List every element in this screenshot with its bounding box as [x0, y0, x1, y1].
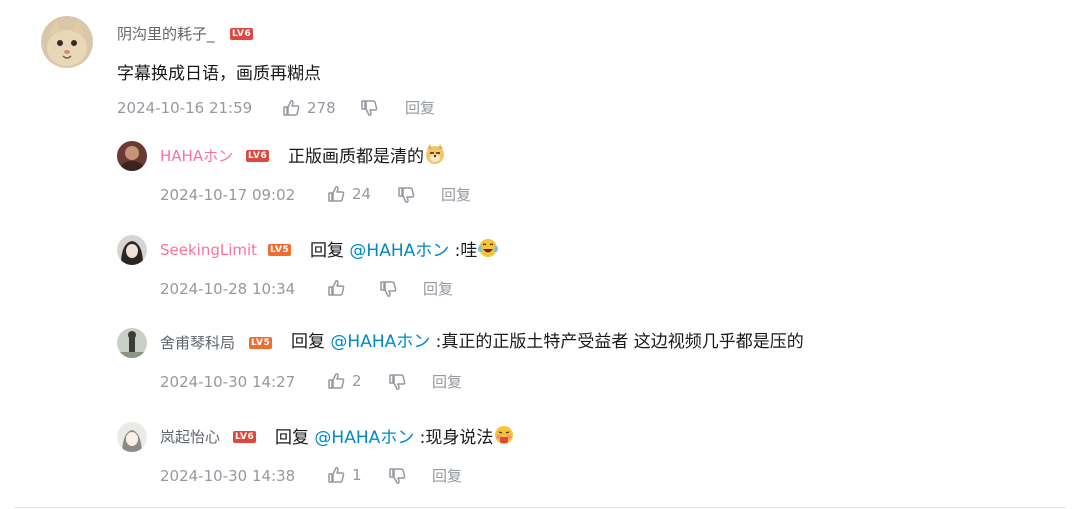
like-count: 1	[352, 466, 362, 484]
level-badge: LV5	[268, 244, 292, 256]
dislike-button[interactable]	[387, 466, 407, 486]
reply-prefix: 回复	[291, 332, 325, 352]
avatar[interactable]	[117, 328, 147, 358]
reply-text: 回复 @HAHAホン :哇	[310, 237, 499, 263]
reply-username[interactable]: HAHAホン	[160, 146, 233, 166]
reply-button[interactable]: 回复	[432, 466, 462, 486]
thumbs-down-icon	[389, 374, 406, 390]
like-count: 278	[307, 99, 336, 117]
reply-button[interactable]: 回复	[441, 185, 471, 205]
blushing-face-emoji-icon	[495, 426, 514, 444]
dislike-button[interactable]	[378, 279, 398, 299]
reply-button[interactable]: 回复	[423, 279, 453, 299]
reply-text: 回复 @HAHAホン :现身说法	[275, 424, 515, 450]
like-button[interactable]: 1	[326, 465, 362, 485]
reply-button[interactable]: 回复	[432, 372, 462, 392]
like-count: 24	[352, 185, 372, 203]
like-button[interactable]: 2	[326, 371, 362, 391]
laughing-tears-emoji-icon	[478, 239, 499, 257]
reply-prefix: 回复	[275, 428, 309, 448]
reply-text: 正版画质都是清的	[288, 143, 446, 169]
like-count: 2	[352, 372, 362, 390]
reply-content: :真正的正版土特产受益者 这边视频几乎都是压的	[435, 332, 804, 352]
reply-time: 2024-10-28 10:34	[160, 280, 296, 298]
avatar[interactable]	[117, 235, 147, 265]
reply-username[interactable]: 舍甫琴科局	[160, 333, 235, 353]
thumbs-up-icon	[328, 186, 345, 202]
dislike-button[interactable]	[359, 98, 379, 118]
divider	[14, 507, 1066, 508]
thumbs-up-icon	[328, 280, 345, 296]
reply-time: 2024-10-17 09:02	[160, 186, 296, 204]
reply-username[interactable]: SeekingLimit	[160, 240, 257, 260]
cat-avatar-icon	[41, 16, 93, 68]
reply-content: 正版画质都是清的	[288, 147, 424, 167]
thumbs-up-icon	[328, 467, 345, 483]
like-button[interactable]	[326, 278, 352, 298]
comment-text: 字幕换成日语，画质再糊点	[117, 64, 321, 84]
comment-time: 2024-10-16 21:59	[117, 99, 253, 117]
level-badge: LV6	[233, 431, 257, 443]
thumbs-down-icon	[380, 281, 397, 297]
thumbs-down-icon	[389, 468, 406, 484]
mention-link[interactable]: @HAHAホン	[349, 241, 449, 261]
thumbs-up-icon	[283, 100, 300, 116]
user-avatar-icon	[117, 141, 147, 171]
doge-emoji-icon	[426, 144, 444, 164]
user-avatar-icon	[117, 235, 147, 265]
level-badge: LV6	[246, 150, 270, 162]
reply-username[interactable]: 岚起怡心	[160, 427, 220, 447]
user-avatar-icon	[117, 328, 147, 358]
level-badge: LV6	[230, 28, 254, 40]
reply-content: :现身说法	[419, 428, 494, 448]
user-avatar-icon	[117, 422, 147, 452]
avatar[interactable]	[41, 16, 93, 68]
thumbs-down-icon	[361, 100, 378, 116]
reply-time: 2024-10-30 14:38	[160, 467, 296, 485]
mention-link[interactable]: @HAHAホン	[330, 332, 430, 352]
avatar[interactable]	[117, 141, 147, 171]
dislike-button[interactable]	[396, 185, 416, 205]
reply-prefix: 回复	[310, 241, 344, 261]
avatar[interactable]	[117, 422, 147, 452]
like-button[interactable]: 278	[281, 98, 336, 118]
level-badge: LV5	[249, 337, 273, 349]
dislike-button[interactable]	[387, 372, 407, 392]
thumbs-up-icon	[328, 373, 345, 389]
reply-time: 2024-10-30 14:27	[160, 373, 296, 391]
reply-button[interactable]: 回复	[405, 98, 435, 118]
comment-username[interactable]: 阴沟里的耗子_	[117, 24, 215, 44]
thumbs-down-icon	[398, 187, 415, 203]
reply-content: :哇	[454, 241, 478, 261]
reply-text: 回复 @HAHAホン :真正的正版土特产受益者 这边视频几乎都是压的	[291, 330, 804, 354]
mention-link[interactable]: @HAHAホン	[314, 428, 414, 448]
like-button[interactable]: 24	[326, 184, 371, 204]
